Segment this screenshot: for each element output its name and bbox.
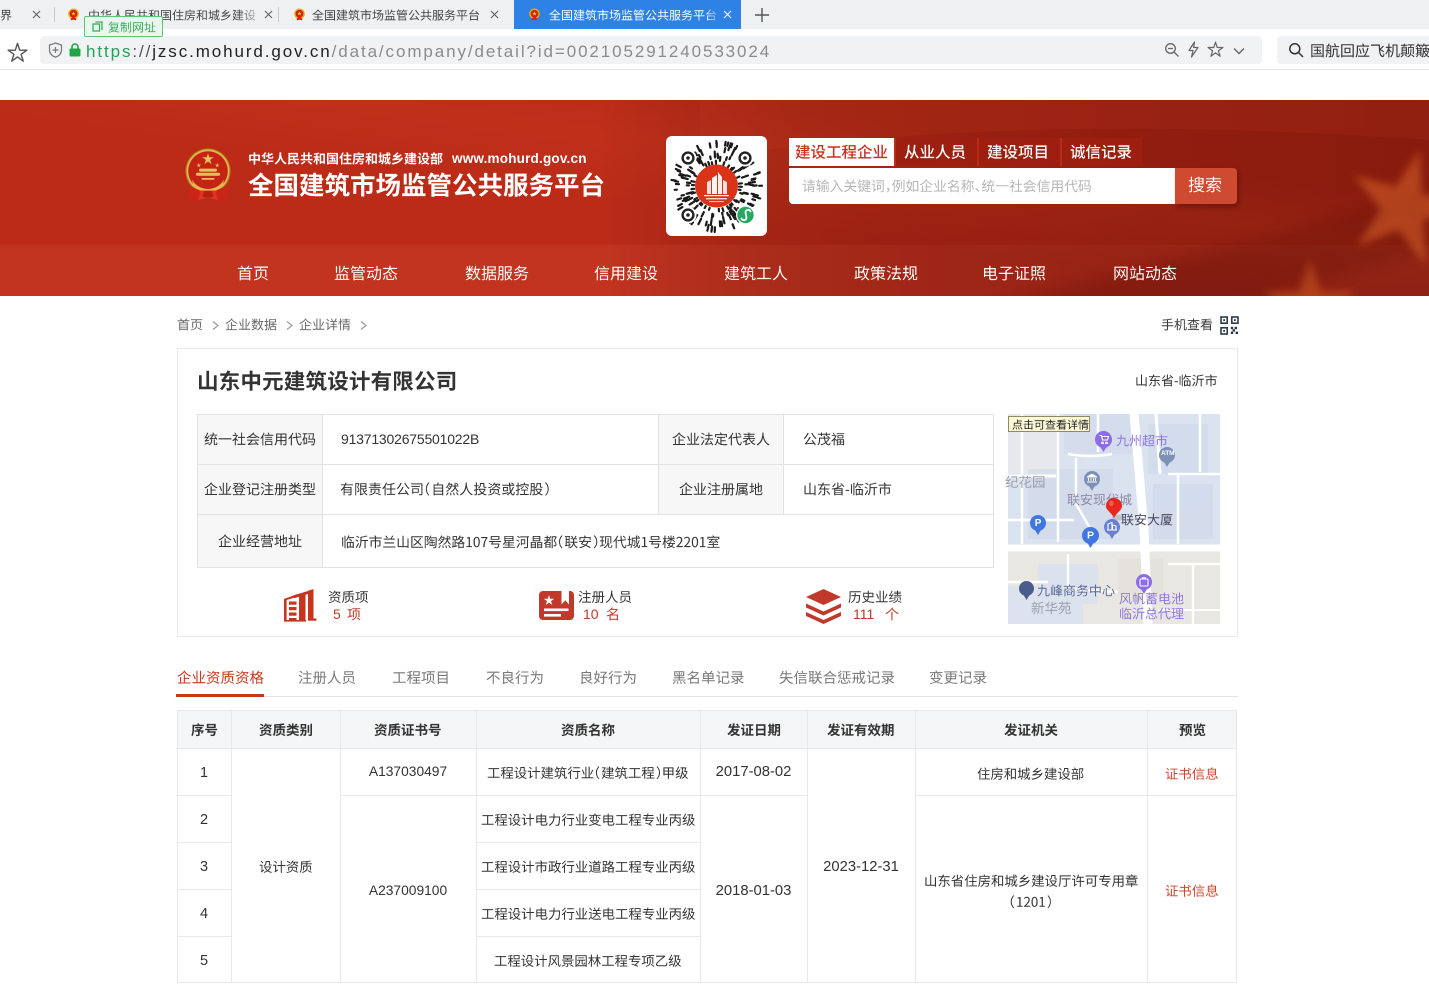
svg-text:P: P bbox=[1087, 530, 1094, 542]
svg-text:P: P bbox=[1035, 518, 1042, 529]
